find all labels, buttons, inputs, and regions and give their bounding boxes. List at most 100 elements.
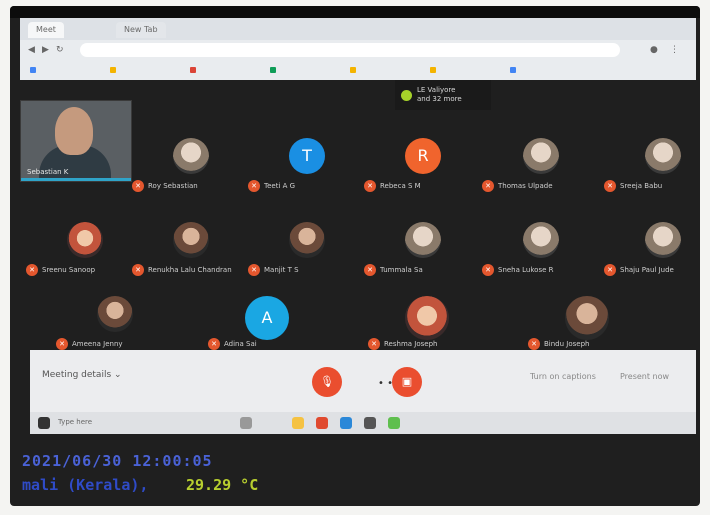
chevron-down-icon: ⌄ (114, 370, 122, 380)
mic-off-icon: ✕ (604, 264, 616, 276)
bookmark-item[interactable] (430, 64, 439, 76)
mic-off-icon: 🎙 (320, 375, 334, 388)
meeting-dot-icon (401, 90, 412, 101)
participant-name: Roy Sebastian (148, 182, 198, 190)
meeting-title: LE Valiyore (417, 86, 456, 94)
overlay-datetime: 2021/06/30 12:00:05 (22, 452, 213, 470)
participant-avatar (405, 222, 441, 258)
participant-tile[interactable]: ✕ Shaju Paul Jude (604, 204, 700, 276)
participant-avatar (97, 296, 133, 332)
photo-top-edge (10, 6, 700, 18)
screen-photo: Meet New Tab ◀ ▶ ↻ ● ⋮ LE Valiyore and 3… (10, 6, 700, 506)
participant-name: Shaju Paul Jude (620, 266, 674, 274)
participant-name: Sreenu Sanoop (42, 266, 96, 274)
participant-name: Teeti A G (264, 182, 296, 190)
participant-avatar (289, 222, 325, 258)
participant-name: Adina Sai (224, 340, 257, 348)
participant-tile[interactable]: ✕ Bindu Joseph (528, 278, 646, 350)
participant-avatar (645, 222, 681, 258)
participant-tile[interactable]: ✕ Thomas Ulpade (482, 120, 600, 192)
participant-tile[interactable]: ✕ Reshma Joseph (368, 278, 486, 350)
participant-tile[interactable]: ✕ Roy Sebastian (132, 120, 250, 192)
participant-tile[interactable]: ✕ Sreeja Babu (604, 120, 700, 192)
participant-avatar: R (405, 138, 441, 174)
participant-name: Thomas Ulpade (498, 182, 553, 190)
participant-avatar (173, 138, 209, 174)
participant-tile[interactable]: ✕ Ameena Jenny (56, 278, 174, 350)
back-icon[interactable]: ◀ (28, 45, 38, 55)
participant-name: Tummala Sa (380, 266, 423, 274)
task-view-icon[interactable] (240, 417, 252, 429)
mic-off-icon: ✕ (248, 180, 260, 192)
meeting-details-button[interactable]: Meeting details ⌄ (42, 370, 122, 380)
tab-strip: Meet New Tab (20, 18, 696, 40)
participant-avatar: A (245, 296, 289, 340)
participant-tile[interactable]: ✕ Renukha Lalu Chandran (132, 204, 250, 276)
participant-tile[interactable]: ✕ Tummala Sa (364, 204, 482, 276)
mic-off-icon: ✕ (604, 180, 616, 192)
bookmark-item[interactable] (510, 64, 519, 76)
browser-icon[interactable] (316, 417, 328, 429)
mic-off-icon: ✕ (364, 264, 376, 276)
participant-name: Bindu Joseph (544, 340, 590, 348)
bookmarks-bar (20, 62, 696, 78)
tab-meet[interactable]: Meet (28, 22, 64, 38)
participant-name: Manjit T S (264, 266, 299, 274)
participant-avatar (523, 138, 559, 174)
taskbar-search[interactable]: Type here (58, 418, 92, 426)
mic-off-icon: ✕ (248, 264, 260, 276)
bookmark-item[interactable] (350, 64, 359, 76)
participant-name: Sneha Lukose R (498, 266, 554, 274)
browser-window: Meet New Tab ◀ ▶ ↻ ● ⋮ (20, 18, 696, 80)
participant-tile[interactable]: ✕ Sneha Lukose R (482, 204, 600, 276)
present-now-button[interactable]: Present now (620, 372, 669, 381)
address-bar[interactable] (80, 43, 620, 57)
participant-tile[interactable]: R ✕ Rebeca S M (364, 120, 482, 192)
participant-tile[interactable]: ✕ Manjit T S (248, 204, 366, 276)
participant-grid: ✕ Roy Sebastian T ✕ Teeti A G R ✕ Rebeca… (20, 102, 696, 352)
overlay-location: mali (Kerala), (22, 476, 149, 494)
menu-icon[interactable]: ⋮ (670, 45, 680, 55)
bookmark-item[interactable] (30, 64, 39, 76)
mic-off-icon: ✕ (368, 338, 380, 350)
start-icon[interactable] (38, 417, 50, 429)
forward-icon[interactable]: ▶ (42, 45, 52, 55)
mic-off-icon: ✕ (528, 338, 540, 350)
participant-name: Renukha Lalu Chandran (148, 266, 232, 274)
reload-icon[interactable]: ↻ (56, 45, 66, 55)
participant-name: Ameena Jenny (72, 340, 123, 348)
mic-off-icon: ✕ (482, 180, 494, 192)
store-icon[interactable] (364, 417, 376, 429)
participant-tile[interactable]: T ✕ Teeti A G (248, 120, 366, 192)
mic-off-icon: ✕ (482, 264, 494, 276)
mic-off-icon: ✕ (364, 180, 376, 192)
mic-off-icon: ✕ (26, 264, 38, 276)
mic-off-icon: ✕ (208, 338, 220, 350)
mic-toggle-button[interactable]: 🎙 (312, 367, 342, 397)
mic-off-icon: ✕ (56, 338, 68, 350)
participant-avatar (67, 222, 103, 258)
participant-tile[interactable]: A ✕ Adina Sai (208, 278, 326, 350)
bookmark-item[interactable] (270, 64, 279, 76)
bookmark-item[interactable] (190, 64, 199, 76)
file-explorer-icon[interactable] (292, 417, 304, 429)
participant-tile[interactable]: ✕ Sreenu Sanoop (26, 204, 144, 276)
meeting-controls: Meeting details ⌄ 🎙 • • ▣ Turn on captio… (30, 350, 696, 412)
profile-icon[interactable]: ● (650, 45, 660, 55)
participant-avatar (523, 222, 559, 258)
bookmark-item[interactable] (110, 64, 119, 76)
chrome-icon[interactable] (388, 417, 400, 429)
mic-off-icon: ✕ (132, 180, 144, 192)
participant-avatar (565, 296, 609, 340)
participant-name: Sreeja Babu (620, 182, 663, 190)
participant-avatar (645, 138, 681, 174)
participant-name: Rebeca S M (380, 182, 421, 190)
participant-avatar (173, 222, 209, 258)
participant-avatar: T (289, 138, 325, 174)
browser-toolbar: ◀ ▶ ↻ ● ⋮ (20, 40, 696, 60)
camera-toggle-button[interactable]: ▣ (392, 367, 422, 397)
tab-new[interactable]: New Tab (116, 22, 166, 38)
edge-icon[interactable] (340, 417, 352, 429)
captions-button[interactable]: Turn on captions (530, 372, 596, 381)
more-options-button[interactable]: • • (378, 378, 393, 389)
